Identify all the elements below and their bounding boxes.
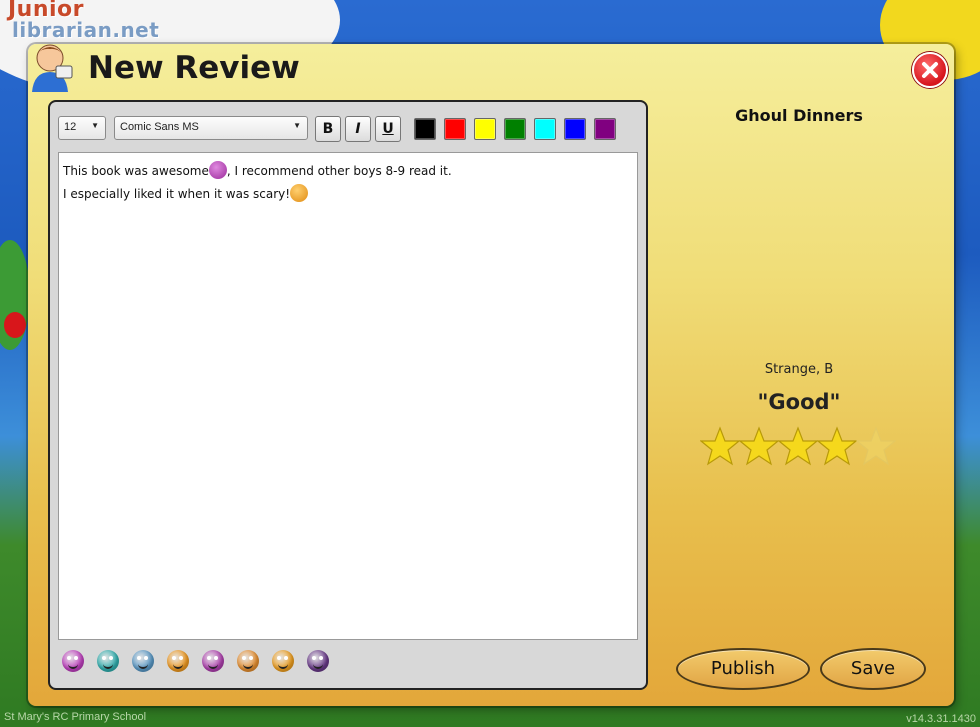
- review-editor: 12 ▼ Comic Sans MS ▼ B I U This book was…: [48, 100, 648, 690]
- close-button[interactable]: [912, 52, 948, 88]
- font-family-value: Comic Sans MS: [120, 121, 199, 133]
- surprised-emoji-icon: [290, 184, 309, 202]
- book-author: Strange, B: [764, 362, 834, 377]
- star-icon[interactable]: [778, 426, 818, 466]
- font-family-select[interactable]: Comic Sans MS ▼: [114, 116, 308, 140]
- review-text-part: I especially liked it when it was scary!: [63, 187, 291, 201]
- font-size-value: 12: [64, 121, 77, 133]
- italic-button[interactable]: I: [345, 116, 371, 142]
- color-swatch-yellow[interactable]: [474, 118, 496, 140]
- laughing-emoji-icon: [208, 161, 227, 179]
- reader-avatar-icon: [32, 44, 73, 92]
- school-name: St Mary's RC Primary School: [4, 711, 147, 723]
- font-size-select[interactable]: 12 ▼: [58, 116, 106, 140]
- star-icon[interactable]: [856, 426, 896, 466]
- scared-blue-emoji-icon[interactable]: [132, 650, 154, 672]
- publish-button[interactable]: Publish: [676, 648, 810, 690]
- color-swatch-purple[interactable]: [594, 118, 616, 140]
- rating-word: "Good": [757, 390, 841, 414]
- new-review-dialog: New Review 12 ▼ Comic Sans MS ▼ B I U Th…: [28, 44, 954, 706]
- grin-purple-emoji-icon[interactable]: [202, 650, 224, 672]
- color-swatch-green[interactable]: [504, 118, 526, 140]
- format-toolbar: 12 ▼ Comic Sans MS ▼ B I U: [58, 116, 638, 142]
- star-rating[interactable]: [700, 426, 900, 466]
- bold-button[interactable]: B: [315, 116, 341, 142]
- vampire-purple-emoji-icon[interactable]: [307, 650, 329, 672]
- review-text-part: , I recommend other boys 8-9 read it.: [226, 164, 452, 178]
- smile-orange-emoji-icon[interactable]: [167, 650, 189, 672]
- review-line-2: I especially liked it when it was scary!: [63, 184, 309, 202]
- close-icon: [922, 62, 938, 78]
- app-logo: Junior librarian.net: [8, 0, 159, 40]
- version-label: v14.3.31.1430: [906, 713, 976, 725]
- laughing-purple-emoji-icon[interactable]: [62, 650, 84, 672]
- background-apple: [4, 312, 26, 338]
- review-text-part: This book was awesome: [63, 164, 209, 178]
- smile-teal-emoji-icon[interactable]: [97, 650, 119, 672]
- save-button[interactable]: Save: [820, 648, 926, 690]
- grin-orange-emoji-icon[interactable]: [237, 650, 259, 672]
- review-line-1: This book was awesome , I recommend other…: [63, 161, 452, 179]
- star-icon[interactable]: [700, 426, 740, 466]
- review-text-area[interactable]: This book was awesome , I recommend other…: [58, 152, 638, 640]
- surprised-orange-emoji-icon[interactable]: [272, 650, 294, 672]
- color-swatch-black[interactable]: [414, 118, 436, 140]
- dialog-title: New Review: [88, 50, 300, 86]
- color-swatch-red[interactable]: [444, 118, 466, 140]
- book-title: Ghoul Dinners: [735, 106, 863, 125]
- chevron-down-icon: ▼: [91, 121, 99, 130]
- star-icon[interactable]: [739, 426, 779, 466]
- star-icon[interactable]: [817, 426, 857, 466]
- color-swatch-blue[interactable]: [564, 118, 586, 140]
- underline-button[interactable]: U: [375, 116, 401, 142]
- color-swatch-cyan[interactable]: [534, 118, 556, 140]
- chevron-down-icon: ▼: [293, 121, 301, 130]
